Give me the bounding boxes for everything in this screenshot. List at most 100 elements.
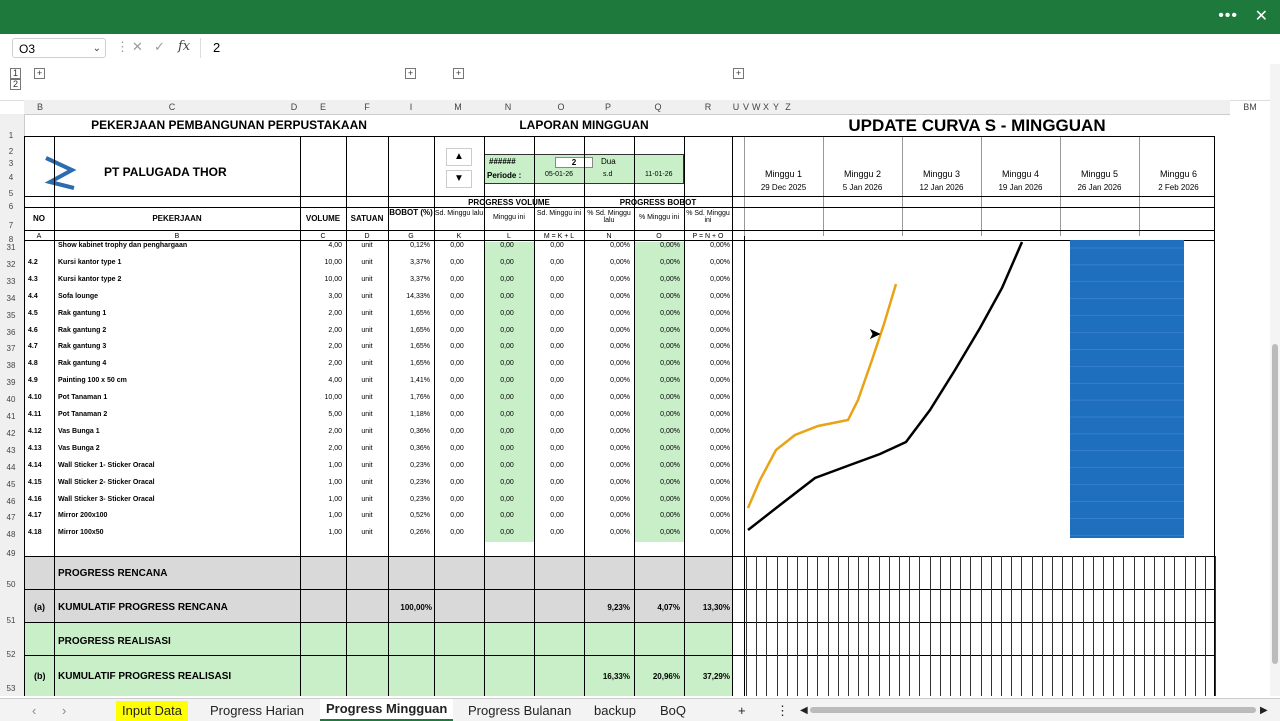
row-pekerjaan[interactable]: Mirror 200x100 [58, 512, 107, 519]
row-volume-progress[interactable]: 0,00 [434, 479, 480, 486]
row-bobot[interactable]: 1,65% [388, 327, 430, 334]
row-bobot-progress[interactable]: 0,00% [584, 479, 630, 486]
col-header-14[interactable]: W [752, 100, 761, 114]
row-volume-progress[interactable]: 0,00 [484, 377, 530, 384]
week-up-button[interactable]: ▲ [446, 148, 472, 166]
row-bobot-progress[interactable]: 0,00% [584, 276, 630, 283]
row-header[interactable]: 31 [0, 243, 22, 252]
row-bobot[interactable]: 14,33% [388, 293, 430, 300]
row-volume-progress[interactable]: 0,00 [534, 293, 580, 300]
row-bobot[interactable]: 3,37% [388, 276, 430, 283]
col-header-10[interactable]: Q [650, 100, 666, 114]
vertical-scrollbar[interactable] [1270, 64, 1280, 696]
group-expand-icon[interactable]: + [453, 68, 464, 79]
row-header[interactable]: 37 [0, 344, 22, 353]
row-volume-progress[interactable]: 0,00 [434, 293, 480, 300]
row-bobot-progress[interactable]: 0,00% [584, 360, 630, 367]
row-header[interactable]: 7 [0, 221, 22, 230]
row-bobot[interactable]: 3,37% [388, 259, 430, 266]
vertical-scroll-thumb[interactable] [1272, 344, 1278, 664]
row-bobot-progress[interactable]: 0,00% [684, 310, 730, 317]
row-bobot[interactable]: 0,26% [388, 529, 430, 536]
row-volume-progress[interactable]: 0,00 [434, 445, 480, 452]
row-volume-progress[interactable]: 0,00 [534, 310, 580, 317]
row-bobot-progress[interactable]: 0,00% [634, 259, 680, 266]
row-bobot-progress[interactable]: 0,00% [684, 293, 730, 300]
row-volume[interactable]: 1,00 [300, 512, 342, 519]
row-volume-progress[interactable]: 0,00 [434, 259, 480, 266]
row-header[interactable]: 38 [0, 361, 22, 370]
col-header-2[interactable]: D [290, 100, 298, 114]
row-header[interactable]: 41 [0, 412, 22, 421]
row-bobot-progress[interactable]: 0,00% [584, 259, 630, 266]
row-header[interactable]: 52 [0, 650, 22, 659]
row-bobot-progress[interactable]: 0,00% [634, 462, 680, 469]
row-header[interactable]: 40 [0, 395, 22, 404]
row-header[interactable]: 53 [0, 684, 22, 693]
row-bobot-progress[interactable]: 0,00% [584, 462, 630, 469]
row-volume[interactable]: 2,00 [300, 360, 342, 367]
week-down-button[interactable]: ▼ [446, 170, 472, 188]
row-bobot-progress[interactable]: 0,00% [584, 512, 630, 519]
row-volume-progress[interactable]: 0,00 [484, 529, 530, 536]
row-pekerjaan[interactable]: Pot Tanaman 1 [58, 394, 107, 401]
row-volume-progress[interactable]: 0,00 [534, 445, 580, 452]
row-volume-progress[interactable]: 0,00 [434, 310, 480, 317]
row-satuan[interactable]: unit [346, 327, 388, 334]
row-volume-progress[interactable]: 0,00 [434, 242, 480, 249]
row-pekerjaan[interactable]: Sofa lounge [58, 293, 98, 300]
row-pekerjaan[interactable]: Wall Sticker 2- Sticker Oracal [58, 479, 155, 486]
row-volume-progress[interactable]: 0,00 [534, 411, 580, 418]
row-volume-progress[interactable]: 0,00 [434, 462, 480, 469]
row-header[interactable]: 4 [0, 173, 22, 182]
row-satuan[interactable]: unit [346, 242, 388, 249]
row-bobot-progress[interactable]: 0,00% [634, 310, 680, 317]
row-bobot[interactable]: 0,36% [388, 428, 430, 435]
row-bobot-progress[interactable]: 0,00% [584, 411, 630, 418]
row-volume-progress[interactable]: 0,00 [534, 360, 580, 367]
row-volume[interactable]: 2,00 [300, 310, 342, 317]
row-bobot[interactable]: 1,65% [388, 310, 430, 317]
row-volume-progress[interactable]: 0,00 [534, 529, 580, 536]
row-header[interactable]: 50 [0, 580, 22, 589]
row-satuan[interactable]: unit [346, 445, 388, 452]
row-bobot-progress[interactable]: 0,00% [634, 377, 680, 384]
row-volume-progress[interactable]: 0,00 [484, 512, 530, 519]
row-bobot-progress[interactable]: 0,00% [684, 360, 730, 367]
row-header[interactable]: 36 [0, 328, 22, 337]
col-header-4[interactable]: F [360, 100, 374, 114]
row-volume[interactable]: 2,00 [300, 445, 342, 452]
row-header[interactable]: 46 [0, 497, 22, 506]
row-volume[interactable]: 2,00 [300, 343, 342, 350]
row-volume[interactable]: 3,00 [300, 293, 342, 300]
row-satuan[interactable]: unit [346, 512, 388, 519]
row-satuan[interactable]: unit [346, 496, 388, 503]
row-bobot-progress[interactable]: 0,00% [684, 377, 730, 384]
group-expand-icon[interactable]: + [733, 68, 744, 79]
row-bobot-progress[interactable]: 0,00% [684, 394, 730, 401]
row-pekerjaan[interactable]: Rak gantung 1 [58, 310, 106, 317]
row-volume-progress[interactable]: 0,00 [534, 259, 580, 266]
row-volume[interactable]: 10,00 [300, 259, 342, 266]
formula-input[interactable]: 2 [200, 38, 1268, 58]
tab-boq[interactable]: BoQ [654, 701, 692, 721]
row-header[interactable]: 49 [0, 549, 22, 558]
row-bobot-progress[interactable]: 0,00% [634, 428, 680, 435]
row-pekerjaan[interactable]: Kursi kantor type 2 [58, 276, 121, 283]
row-volume-progress[interactable]: 0,00 [484, 343, 530, 350]
row-bobot-progress[interactable]: 0,00% [584, 343, 630, 350]
row-bobot-progress[interactable]: 0,00% [634, 276, 680, 283]
row-volume-progress[interactable]: 0,00 [534, 276, 580, 283]
row-bobot-progress[interactable]: 0,00% [634, 293, 680, 300]
tab-progress-bulanan[interactable]: Progress Bulanan [462, 701, 577, 721]
row-header[interactable]: 33 [0, 277, 22, 286]
row-volume-progress[interactable]: 0,00 [434, 496, 480, 503]
row-pekerjaan[interactable]: Wall Sticker 3- Sticker Oracal [58, 496, 155, 503]
row-volume-progress[interactable]: 0,00 [434, 327, 480, 334]
col-header-7[interactable]: N [500, 100, 516, 114]
row-volume-progress[interactable]: 0,00 [434, 411, 480, 418]
row-bobot-progress[interactable]: 0,00% [634, 327, 680, 334]
row-volume-progress[interactable]: 0,00 [484, 462, 530, 469]
row-volume-progress[interactable]: 0,00 [484, 496, 530, 503]
row-satuan[interactable]: unit [346, 293, 388, 300]
